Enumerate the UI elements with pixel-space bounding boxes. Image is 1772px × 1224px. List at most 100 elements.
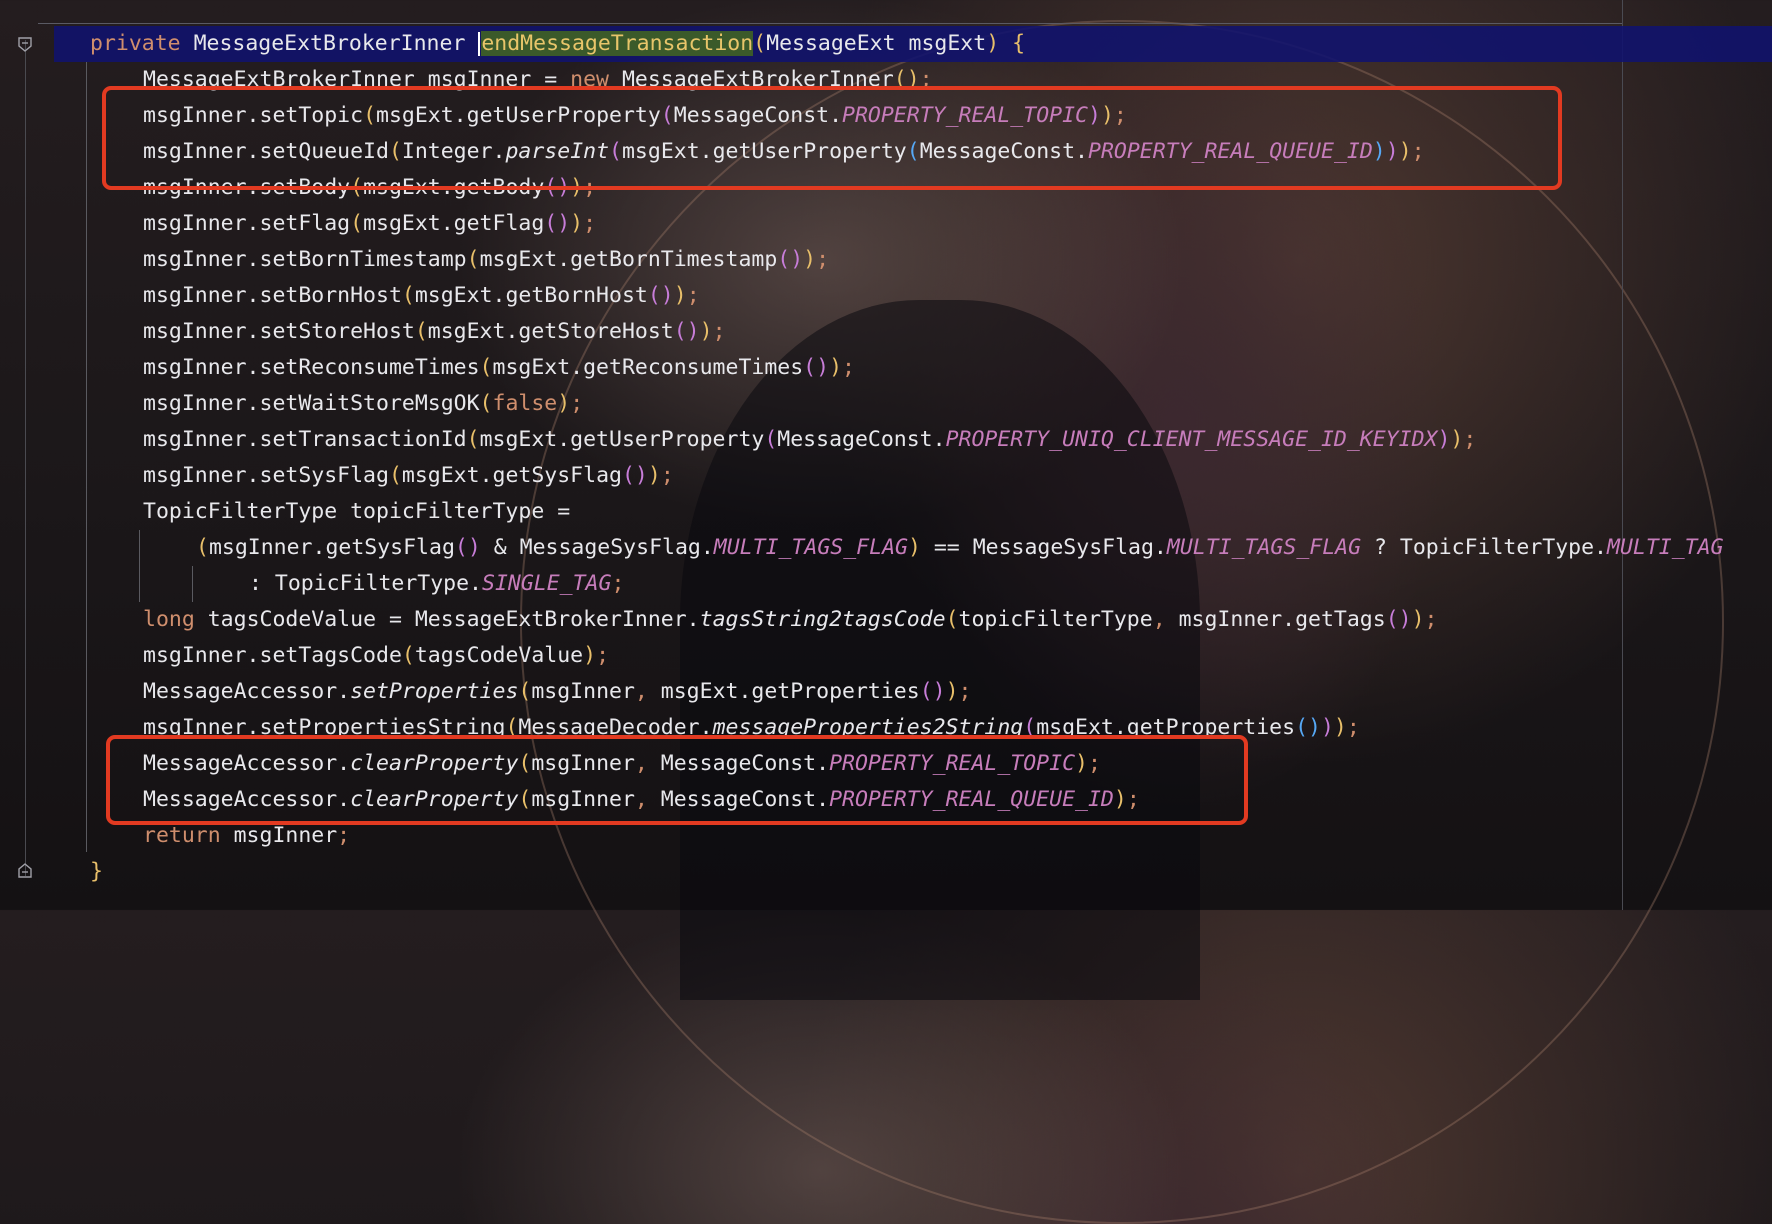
code-line[interactable]: msgInner.setBornHost(msgExt.getBornHost(… <box>143 278 700 314</box>
code-token: SINGLE_TAG <box>482 571 612 596</box>
code-token: & MessageSysFlag. <box>480 535 714 560</box>
code-line[interactable]: msgInner.setReconsumeTimes(msgExt.getRec… <box>143 350 855 386</box>
code-token: ) <box>803 247 817 272</box>
code-token: PROPERTY_UNIQ_CLIENT_MESSAGE_ID_KEYIDX <box>945 427 1438 452</box>
code-token: ; <box>570 391 584 416</box>
code-line[interactable]: msgInner.setTransactionId(msgExt.getUser… <box>143 422 1476 458</box>
code-token: ( <box>466 247 480 272</box>
code-token: ) <box>1450 427 1464 452</box>
code-token: long <box>143 607 208 632</box>
code-token: == MessageSysFlag. <box>920 535 1167 560</box>
code-token: msgExt.getStoreHost <box>427 319 674 344</box>
code-token: MessageExtBrokerInner <box>193 31 479 56</box>
code-token: ) <box>907 535 921 560</box>
code-token: ) <box>583 643 597 668</box>
code-token: () <box>919 679 946 704</box>
indent-guide <box>139 530 140 602</box>
code-token: topicFilterType <box>958 607 1153 632</box>
code-token: msgExt.getProperties <box>660 679 920 704</box>
code-token: ; <box>842 355 855 380</box>
code-token: ; <box>1346 715 1360 740</box>
code-token: MULTI_TAG <box>1607 535 1724 560</box>
code-token: ) <box>1333 715 1347 740</box>
code-token: ) <box>829 355 843 380</box>
code-token: ( <box>753 31 767 56</box>
code-token: tagsCodeValue <box>414 643 584 668</box>
code-token: msgInner.setBornHost <box>143 283 402 308</box>
code-line[interactable]: msgInner.setSysFlag(msgExt.getSysFlag())… <box>143 458 674 494</box>
code-token: ( <box>388 463 402 488</box>
code-token: ( <box>196 535 209 560</box>
code-line[interactable]: msgInner.setTagsCode(tagsCodeValue); <box>143 638 609 674</box>
code-line[interactable]: long tagsCodeValue = MessageExtBrokerInn… <box>143 602 1438 638</box>
code-token: ; <box>816 247 830 272</box>
background-figure <box>680 300 1200 1000</box>
code-token: () <box>673 319 700 344</box>
code-token: , <box>634 679 661 704</box>
code-token: } <box>90 859 103 884</box>
code-token: ( <box>518 679 532 704</box>
code-token: msgExt.getUserProperty <box>479 427 765 452</box>
code-token: ) <box>1437 427 1451 452</box>
code-token: MULTI_TAGS_FLAG <box>1166 535 1362 560</box>
code-token: ? TopicFilterType. <box>1361 535 1607 560</box>
code-token: () <box>454 535 481 560</box>
code-line[interactable]: msgInner.setWaitStoreMsgOK(false); <box>143 386 583 422</box>
code-token: msgInner.setBornTimestamp <box>143 247 467 272</box>
code-token: () <box>544 211 571 236</box>
code-token: ; <box>596 643 610 668</box>
code-token: ) <box>557 391 571 416</box>
code-token: ( <box>466 427 480 452</box>
code-token: msgInner.setTransactionId <box>143 427 467 452</box>
code-token: () <box>803 355 830 380</box>
code-token: TopicFilterType topicFilterType = <box>143 499 571 524</box>
code-token: ; <box>337 823 351 848</box>
code-token: msgInner.setReconsumeTimes <box>143 355 480 380</box>
code-token: ( <box>401 643 415 668</box>
code-token: () <box>777 247 804 272</box>
code-token: private <box>90 31 194 56</box>
code-token: : TopicFilterType. <box>249 571 482 596</box>
code-token: ) { <box>986 31 1026 56</box>
code-line[interactable]: : TopicFilterType.SINGLE_TAG; <box>249 566 624 602</box>
code-token: ( <box>479 391 493 416</box>
code-token: msgInner.getTags <box>1178 607 1386 632</box>
code-token: return <box>143 823 234 848</box>
code-token: MessageAccessor. <box>143 679 351 704</box>
code-token: setProperties <box>350 679 519 704</box>
code-token: tagsCodeValue = MessageExtBrokerInner. <box>207 607 700 632</box>
code-line[interactable]: msgInner.setFlag(msgExt.getFlag()); <box>143 206 596 242</box>
code-token: msgInner.getSysFlag <box>208 535 455 560</box>
code-line[interactable]: private MessageExtBrokerInner endMessage… <box>90 26 1025 62</box>
fold-end-marker-icon[interactable] <box>17 862 33 878</box>
annotation-box-clear-property <box>106 735 1248 825</box>
code-token: ( <box>350 211 364 236</box>
code-token: ) <box>647 463 661 488</box>
code-line[interactable]: TopicFilterType topicFilterType = <box>143 494 570 530</box>
code-token: () <box>621 463 648 488</box>
code-token: msgExt.getFlag <box>363 211 545 236</box>
code-token: ; <box>686 283 700 308</box>
indent-guide <box>192 566 193 602</box>
code-token: ) <box>673 283 687 308</box>
code-token: , <box>1152 607 1179 632</box>
code-token: ) <box>945 679 959 704</box>
code-token: msgInner.setFlag <box>143 211 351 236</box>
code-line[interactable]: msgInner.setStoreHost(msgExt.getStoreHos… <box>143 314 726 350</box>
annotation-box-topic-queue <box>102 86 1562 190</box>
code-token: endMessageTransaction <box>481 31 754 56</box>
code-line[interactable]: } <box>90 854 103 890</box>
code-token: false <box>492 391 558 416</box>
code-line[interactable]: msgInner.setBornTimestamp(msgExt.getBorn… <box>143 242 829 278</box>
code-line[interactable]: (msgInner.getSysFlag() & MessageSysFlag.… <box>196 530 1724 566</box>
code-line[interactable]: MessageAccessor.setProperties(msgInner, … <box>143 674 971 710</box>
fold-marker-icon[interactable] <box>17 37 33 53</box>
code-token: MULTI_TAGS_FLAG <box>713 535 908 560</box>
code-token: msgExt.getSysFlag <box>401 463 622 488</box>
top-divider <box>38 23 1623 24</box>
code-token: ) <box>1411 607 1425 632</box>
code-token: ) <box>699 319 713 344</box>
code-token: msgExt.getBornTimestamp <box>479 247 778 272</box>
code-token: msgExt.getReconsumeTimes <box>492 355 804 380</box>
code-token: () <box>1295 715 1321 740</box>
